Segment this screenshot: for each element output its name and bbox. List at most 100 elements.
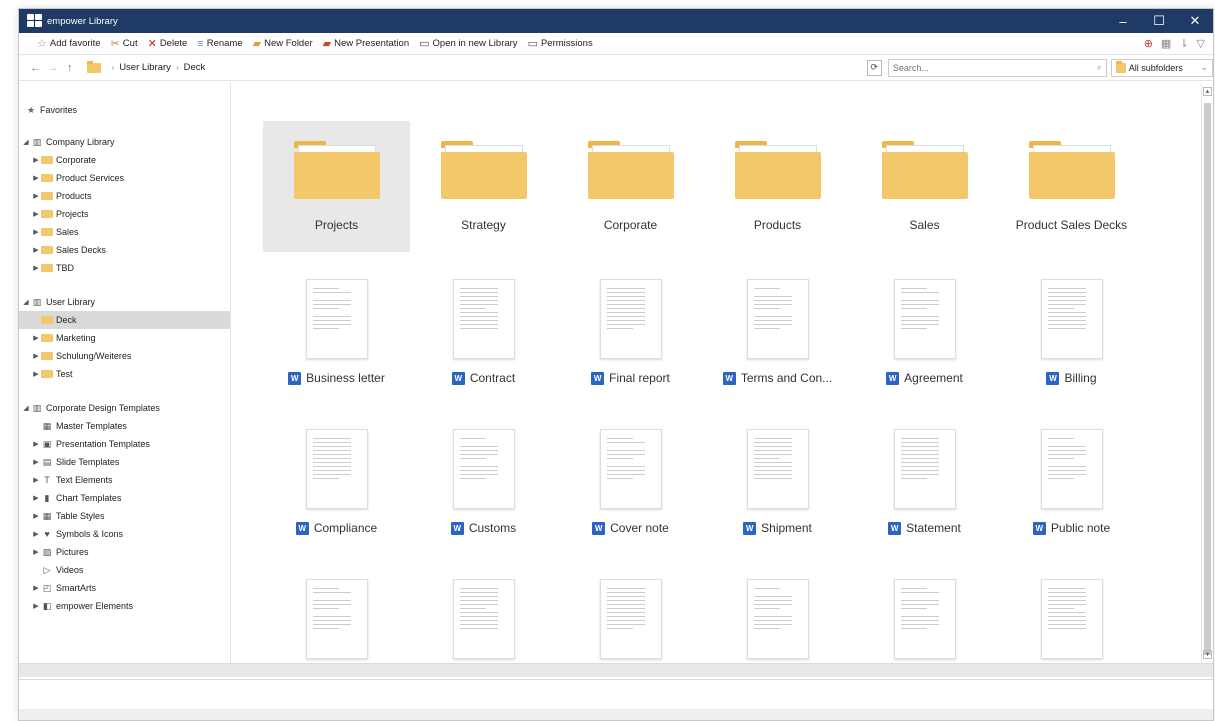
folder-tile[interactable]: Projects (263, 121, 410, 252)
folder-tile[interactable]: Sales (851, 121, 998, 252)
permissions-button[interactable]: ▭ Permissions (528, 37, 593, 50)
tree-item-deck[interactable]: Deck (19, 311, 230, 329)
globe-icon[interactable]: ⊕ (1144, 37, 1153, 50)
expanded-icon[interactable]: ◢ (21, 404, 31, 412)
expand-icon[interactable]: ▶ (31, 548, 41, 556)
tree-item-slide-templates[interactable]: ▶ ▤ Slide Templates (19, 453, 230, 471)
tree-item-master-templates[interactable]: ▦ Master Templates (19, 417, 230, 435)
folder-tile[interactable]: Strategy (410, 121, 557, 252)
tree-item-chart-templates[interactable]: ▶ ▮ Chart Templates (19, 489, 230, 507)
expand-icon[interactable]: ▶ (31, 602, 41, 610)
tree-company-library[interactable]: ◢ ▥ Company Library (19, 133, 230, 151)
breadcrumb[interactable]: › User Library › Deck (86, 59, 819, 77)
document-tile[interactable]: WWarranty (263, 571, 410, 663)
document-tile[interactable]: WContract (410, 571, 557, 663)
grid-view-icon[interactable]: ▦ (1161, 37, 1171, 50)
expand-icon[interactable]: ▶ (31, 458, 41, 466)
document-tile[interactable]: W Cover note (557, 421, 704, 571)
document-tile[interactable]: W Final report (557, 271, 704, 421)
expand-icon[interactable]: ▶ (31, 512, 41, 520)
new-presentation-button[interactable]: ▰ New Presentation (323, 37, 409, 50)
document-tile[interactable]: W Customs (410, 421, 557, 571)
folder-tile[interactable]: Products (704, 121, 851, 252)
close-button[interactable]: ✕ (1177, 9, 1213, 33)
document-tile[interactable]: W Public note (998, 421, 1145, 571)
expand-icon[interactable]: ▶ (31, 264, 41, 272)
tree-item-marketing[interactable]: ▶ Marketing (19, 329, 230, 347)
tree-favorites[interactable]: ★ Favorites (19, 101, 230, 119)
new-folder-button[interactable]: ▰ New Folder (253, 37, 313, 50)
maximize-button[interactable]: ☐ (1141, 9, 1177, 33)
sort-icon[interactable]: ⇂ (1179, 37, 1188, 50)
scope-dropdown[interactable]: All subfolders ⌄ (1110, 58, 1213, 77)
expand-icon[interactable]: ▶ (31, 584, 41, 592)
tree-item-product-services[interactable]: ▶ Product Services (19, 169, 230, 187)
scroll-thumb[interactable] (1204, 103, 1211, 655)
document-tile[interactable]: W Business letter (263, 271, 410, 421)
document-tile[interactable]: WAgreement (851, 271, 998, 421)
expand-icon[interactable]: ▶ (31, 174, 41, 182)
tree-item-presentation-templates[interactable]: ▶ ▣ Presentation Templates (19, 435, 230, 453)
add-favorite-button[interactable]: ☆ Add favorite (37, 37, 101, 50)
scroll-down-icon[interactable]: ▼ (1203, 650, 1212, 659)
tree-corporate-design-templates[interactable]: ◢ ▥ Corporate Design Templates (19, 399, 230, 417)
expand-icon[interactable]: ▶ (31, 246, 41, 254)
document-tile[interactable]: WContract (410, 271, 557, 421)
tree-item-tbd[interactable]: ▶ TBD (19, 259, 230, 277)
expand-icon[interactable]: ▶ (31, 192, 41, 200)
expand-icon[interactable]: ▶ (31, 440, 41, 448)
document-tile[interactable]: W Compliance (263, 421, 410, 571)
open-new-library-button[interactable]: ▭ Open in new Library (419, 37, 517, 50)
document-tile[interactable]: W Terms and Con... (704, 271, 851, 421)
tree-item-smartarts[interactable]: ▶ ◰ SmartArts (19, 579, 230, 597)
tree-item-test[interactable]: ▶ Test (19, 365, 230, 383)
tree-item-schulung-weiteres[interactable]: ▶ Schulung/Weiteres (19, 347, 230, 365)
search-box[interactable]: ⌕ (887, 58, 1107, 77)
document-tile[interactable]: W Shipment (704, 421, 851, 571)
folder-tile[interactable]: Corporate (557, 121, 704, 252)
back-arrow-icon[interactable]: ← (29, 62, 42, 74)
tree-item-symbols-icons[interactable]: ▶ ♥ Symbols & Icons (19, 525, 230, 543)
document-tile[interactable]: WAnnouncement (704, 571, 851, 663)
expanded-icon[interactable]: ◢ (21, 298, 31, 306)
tree-item-text-elements[interactable]: ▶ T Text Elements (19, 471, 230, 489)
tree-item-videos[interactable]: ▷ Videos (19, 561, 230, 579)
forward-arrow-icon[interactable]: → (46, 62, 59, 74)
refresh-button[interactable]: ⟳ (866, 59, 882, 76)
breadcrumb-user-library[interactable]: User Library (119, 62, 171, 73)
tree-item-sales-decks[interactable]: ▶ Sales Decks (19, 241, 230, 259)
tree-user-library[interactable]: ◢ ▥ User Library (19, 293, 230, 311)
expand-icon[interactable]: ▶ (31, 334, 41, 342)
expand-icon[interactable]: ▶ (31, 352, 41, 360)
expand-icon[interactable]: ▶ (31, 156, 41, 164)
expand-icon[interactable]: ▶ (31, 370, 41, 378)
tree-item-empower-elements[interactable]: ▶ ◧ empower Elements (19, 597, 230, 615)
breadcrumb-deck[interactable]: Deck (184, 62, 206, 73)
expand-icon[interactable]: ▶ (31, 210, 41, 218)
tree-item-sales[interactable]: ▶ Sales (19, 223, 230, 241)
folder-tile[interactable]: Product Sales Decks (998, 121, 1145, 252)
document-tile[interactable]: WDelivery (557, 571, 704, 663)
scroll-up-icon[interactable]: ▲ (1203, 87, 1212, 96)
expand-icon[interactable]: ▶ (31, 476, 41, 484)
horizontal-scrollbar[interactable] (19, 663, 1213, 677)
cut-button[interactable]: ✂ Cut (111, 37, 138, 50)
up-arrow-icon[interactable]: ↑ (63, 62, 76, 74)
delete-button[interactable]: ✕ Delete (148, 37, 188, 50)
document-tile[interactable]: W Billing (998, 271, 1145, 421)
minimize-button[interactable]: – (1105, 9, 1141, 33)
tree-item-table-styles[interactable]: ▶ ▦ Table Styles (19, 507, 230, 525)
search-input[interactable] (892, 62, 1097, 73)
rename-button[interactable]: ≡ Rename (197, 38, 242, 50)
filter-icon[interactable]: ▽ (1197, 37, 1205, 50)
document-tile[interactable]: WAgreement (851, 571, 998, 663)
vertical-scrollbar[interactable]: ▲ ▼ (1201, 83, 1213, 663)
tree-item-projects[interactable]: ▶ Projects (19, 205, 230, 223)
expanded-icon[interactable]: ◢ (21, 138, 31, 146)
tree-item-corporate[interactable]: ▶ Corporate (19, 151, 230, 169)
expand-icon[interactable]: ▶ (31, 494, 41, 502)
tree-item-pictures[interactable]: ▶ ▨ Pictures (19, 543, 230, 561)
expand-icon[interactable]: ▶ (31, 530, 41, 538)
document-tile[interactable]: W Statement (851, 421, 998, 571)
tree-item-products[interactable]: ▶ Products (19, 187, 230, 205)
